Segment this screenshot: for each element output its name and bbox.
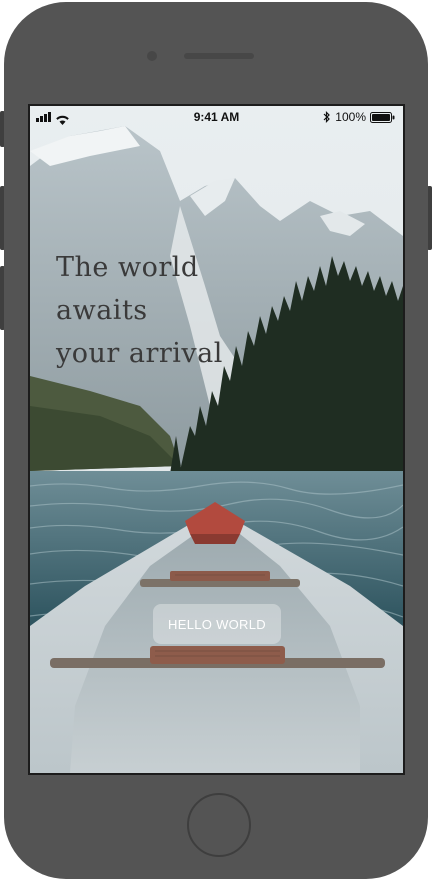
background-photo (30, 106, 403, 773)
battery-icon (370, 111, 395, 123)
hello-world-button[interactable]: HELLO WORLD (153, 604, 281, 644)
hero-headline: The world awaits your arrival (56, 252, 223, 369)
earpiece-speaker (184, 53, 254, 59)
front-camera (147, 51, 157, 61)
app-screen: 9:41 AM 100% The world awaits your arriv… (28, 104, 405, 775)
battery-percentage: 100% (335, 110, 366, 124)
bluetooth-icon (323, 111, 331, 123)
status-bar: 9:41 AM 100% (30, 106, 403, 128)
home-button[interactable] (187, 793, 251, 857)
